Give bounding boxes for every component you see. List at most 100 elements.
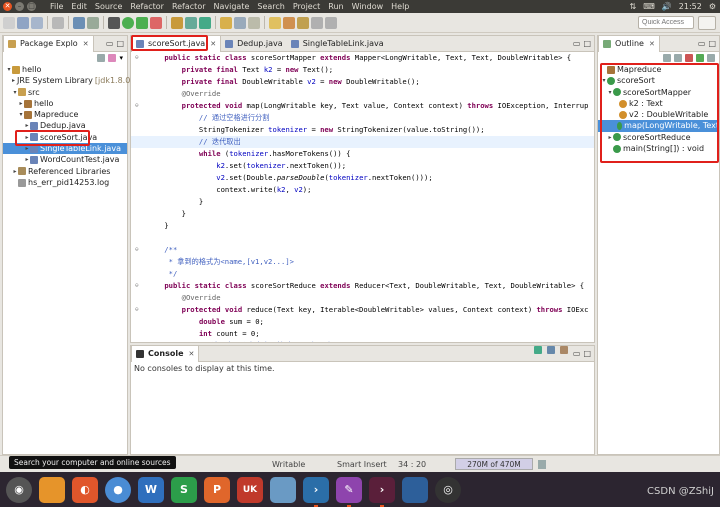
pin-console-icon[interactable] — [533, 346, 542, 354]
minimize-icon[interactable]: ▭ — [698, 36, 706, 52]
pin-icon[interactable] — [269, 16, 281, 29]
menu-window[interactable]: Window — [348, 0, 388, 13]
chromium-icon[interactable]: ● — [105, 476, 131, 503]
trash-icon[interactable] — [538, 460, 546, 469]
menu-search[interactable]: Search — [253, 0, 288, 13]
perspective-icon[interactable] — [698, 16, 716, 30]
code-line[interactable]: double sum = 0; — [131, 316, 594, 328]
fold-icon[interactable]: ⊖ — [135, 280, 139, 292]
new-icon[interactable] — [3, 16, 15, 29]
code-line[interactable]: context.write(k2, v2); — [131, 184, 594, 196]
annotation-icon[interactable] — [248, 16, 260, 29]
terminal-icon[interactable]: › — [303, 476, 329, 507]
clock[interactable]: 21:52 — [679, 2, 702, 11]
heap-status[interactable]: 270M of 470M — [455, 458, 533, 470]
code-line[interactable]: /** ⊖ — [131, 244, 594, 256]
minimize-icon[interactable]: ▭ — [573, 36, 581, 52]
fold-icon[interactable]: ⊖ — [135, 304, 139, 316]
tree-item[interactable]: ▸ Referenced Libraries — [3, 166, 127, 177]
quick-access-input[interactable] — [638, 16, 694, 29]
tree-item[interactable]: ▸ WordCountTest.java — [3, 154, 127, 165]
window-minimize-icon[interactable]: – — [15, 2, 24, 11]
hide-fields-icon[interactable] — [674, 54, 682, 62]
code-line[interactable]: */ — [131, 268, 594, 280]
window-close-icon[interactable]: ✕ — [3, 2, 12, 11]
chevron-right-icon[interactable]: ▸ — [12, 75, 15, 86]
keyboard-icon[interactable]: ⌨ — [643, 2, 655, 11]
code-line[interactable]: // 迭代取出 — [131, 136, 594, 148]
open-console-icon[interactable] — [559, 346, 568, 354]
view-menu-icon[interactable]: ▾ — [119, 54, 123, 62]
volume-icon[interactable]: 🔊 — [662, 2, 672, 11]
menu-project[interactable]: Project — [289, 0, 324, 13]
close-icon[interactable]: ✕ — [189, 346, 195, 362]
skip-breakpoints-icon[interactable] — [87, 16, 99, 29]
build-icon[interactable] — [73, 16, 85, 29]
forward-icon[interactable] — [325, 16, 337, 29]
code-line[interactable]: // 这里有几个名字出现就对key累加几次 */ — [131, 340, 594, 342]
tree-item[interactable]: ▾ hello — [3, 64, 127, 75]
code-line[interactable]: } — [131, 208, 594, 220]
menu-edit[interactable]: Edit — [67, 0, 91, 13]
save-icon[interactable] — [17, 16, 29, 29]
disk-icon[interactable]: ◎ — [435, 476, 461, 503]
collapse-all-icon[interactable] — [97, 54, 106, 62]
code-line[interactable]: public static class scoreSortMapper exte… — [131, 52, 594, 64]
code-line[interactable]: StringTokenizer tokenizer = new StringTo… — [131, 124, 594, 136]
word-icon[interactable]: W — [138, 476, 164, 503]
settings-gear-icon[interactable]: ⚙ — [709, 2, 716, 11]
code-line[interactable]: * 拿到的格式为<name,[v1,v2...]> — [131, 256, 594, 268]
code-line[interactable]: protected void map(LongWritable key, Tex… — [131, 100, 594, 112]
code-line[interactable]: } — [131, 196, 594, 208]
minimize-icon[interactable]: ▭ — [106, 36, 114, 52]
code-line[interactable]: int count = 0; — [131, 328, 594, 340]
hide-nonpublic-icon[interactable] — [696, 54, 704, 62]
tab-singletablelink-java[interactable]: SingleTableLink.java — [287, 36, 388, 52]
window-maximize-icon[interactable]: □ — [27, 2, 36, 11]
fold-icon[interactable]: ⊖ — [135, 52, 139, 64]
code-line[interactable]: public static class scoreSortReduce exte… — [131, 280, 594, 292]
tree-item[interactable]: ▸ JRE System Library [jdk1.8.0 — [3, 75, 130, 86]
save-all-icon[interactable] — [31, 16, 43, 29]
firefox-icon[interactable]: ◐ — [72, 476, 98, 503]
code-line[interactable]: protected void reduce(Text key, Iterable… — [131, 304, 594, 316]
tree-item[interactable]: ▸ hello — [3, 98, 127, 109]
code-line[interactable]: @Override — [131, 292, 594, 304]
display-console-icon[interactable] — [546, 346, 555, 354]
maximize-icon[interactable]: □ — [583, 346, 591, 362]
code-editor[interactable]: public static class scoreSortMapper exte… — [131, 52, 594, 342]
maximize-icon[interactable]: □ — [116, 36, 124, 52]
prev-annotation-icon[interactable] — [297, 16, 309, 29]
maximize-icon[interactable]: □ — [708, 36, 716, 52]
new-java-project-icon[interactable] — [171, 16, 183, 29]
sort-icon[interactable] — [663, 54, 671, 62]
terminal-dark-icon[interactable]: › — [369, 476, 395, 507]
tab-outline[interactable]: Outline ✕ — [598, 35, 660, 52]
external-tools-icon[interactable] — [150, 16, 162, 29]
hide-local-types-icon[interactable] — [707, 54, 715, 62]
tab-package-explorer[interactable]: Package Explo ✕ — [3, 35, 94, 52]
hide-static-icon[interactable] — [685, 54, 693, 62]
menu-help[interactable]: Help — [387, 0, 413, 13]
run-icon[interactable] — [122, 16, 134, 29]
code-line[interactable] — [131, 232, 594, 244]
eclipse-extension-icon[interactable]: ✎ — [336, 476, 362, 507]
tree-item[interactable]: hs_err_pid14253.log — [3, 177, 127, 188]
search-icon[interactable] — [234, 16, 246, 29]
menu-refactor[interactable]: Refactor — [168, 0, 210, 13]
code-line[interactable]: k2.set(tokenizer.nextToken()); — [131, 160, 594, 172]
code-line[interactable]: v2.set(Double.parseDouble(tokenizer.next… — [131, 172, 594, 184]
excel-icon[interactable]: S — [171, 476, 197, 503]
maximize-icon[interactable]: □ — [583, 36, 591, 52]
menu-source[interactable]: Source — [91, 0, 126, 13]
code-line[interactable]: // 通过空格进行分割 — [131, 112, 594, 124]
open-type-icon[interactable] — [220, 16, 232, 29]
code-line[interactable]: while (tokenizer.hasMoreTokens()) { — [131, 148, 594, 160]
tree-item[interactable]: ▾ Mapreduce — [3, 109, 127, 120]
screenshot-icon[interactable] — [402, 476, 428, 503]
close-icon[interactable]: ✕ — [210, 36, 216, 52]
uk-store-icon[interactable]: UK — [237, 476, 263, 503]
files-icon[interactable] — [39, 476, 65, 503]
menu-run[interactable]: Run — [324, 0, 347, 13]
new-class-icon[interactable] — [199, 16, 211, 29]
